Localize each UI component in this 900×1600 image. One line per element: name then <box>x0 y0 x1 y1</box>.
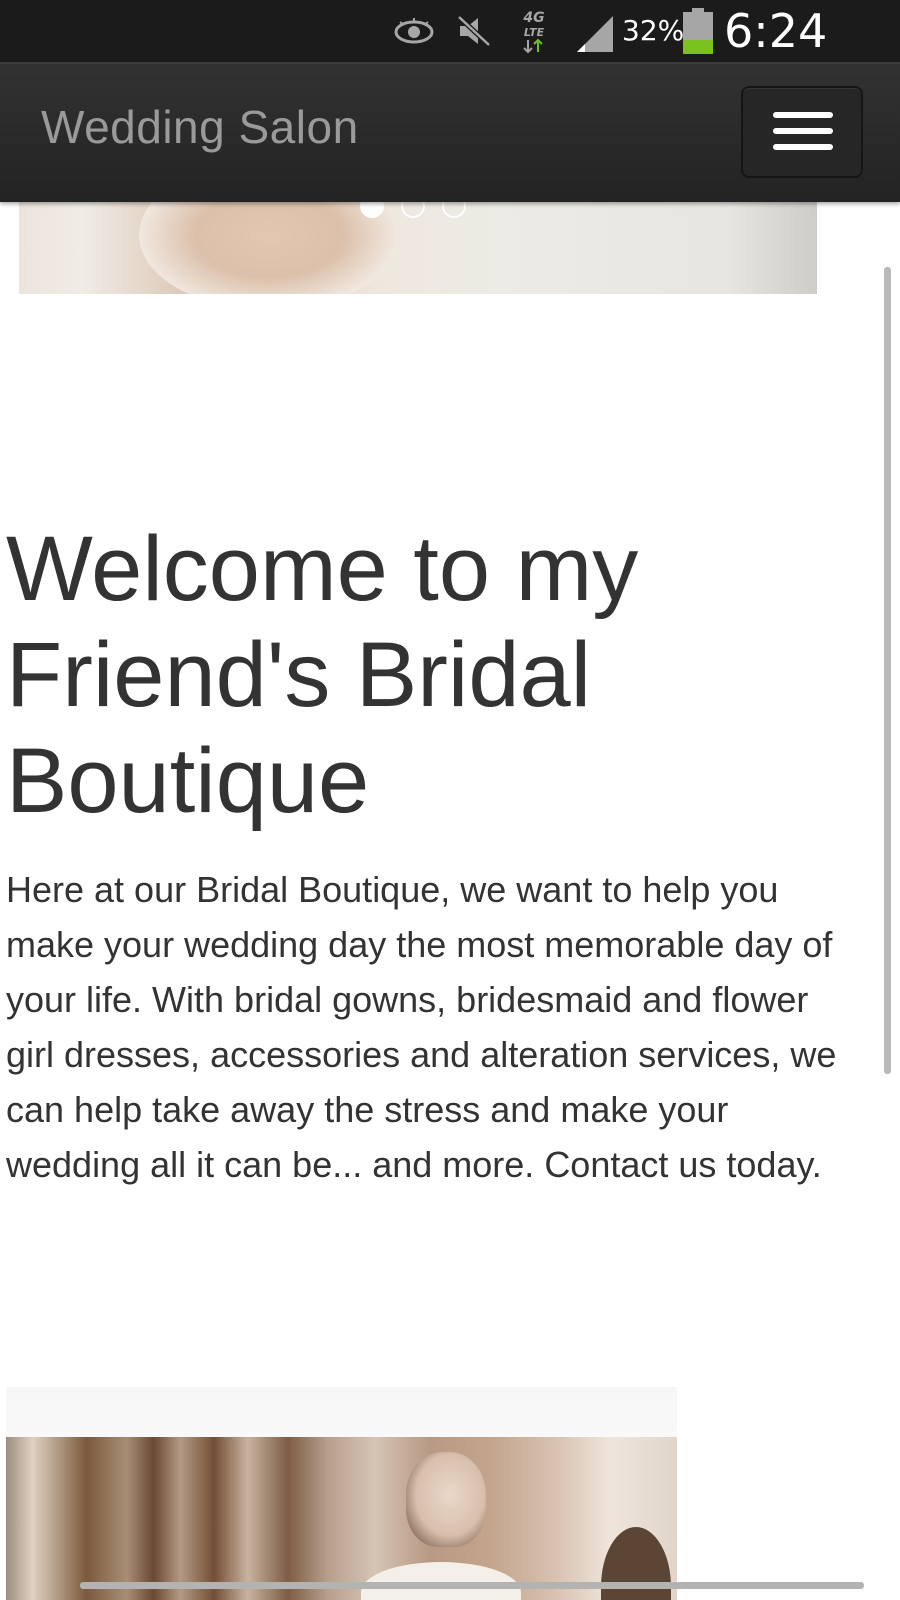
model-portrait <box>406 1452 486 1547</box>
bride-photo <box>139 200 399 294</box>
menu-button[interactable] <box>741 86 863 178</box>
lte-icon: 4G LTE <box>522 10 545 54</box>
battery-percent: 32% <box>622 14 685 47</box>
bridal-gown-photo[interactable] <box>6 1387 677 1600</box>
photo-shade <box>727 200 817 294</box>
hamburger-menu-icon <box>773 144 833 150</box>
battery-icon <box>683 8 713 54</box>
hamburger-menu-icon <box>773 112 833 118</box>
signal-icon <box>577 16 613 52</box>
svg-text:LTE: LTE <box>524 26 545 39</box>
app-header: Wedding Salon <box>0 62 900 202</box>
vertical-scrollbar[interactable] <box>884 267 891 1074</box>
svg-text:4G: 4G <box>522 10 544 26</box>
mute-icon <box>457 15 491 47</box>
welcome-heading: Welcome to my Friend's Bridal Boutique <box>6 518 639 832</box>
eye-icon <box>394 18 434 44</box>
horizontal-scrollbar[interactable] <box>80 1582 864 1589</box>
intro-paragraph: Here at our Bridal Boutique, we want to … <box>6 869 837 1185</box>
hamburger-menu-icon <box>773 128 833 134</box>
status-bar: 4G LTE 32% 6:24 PM <box>0 0 900 112</box>
boutique-room <box>6 1437 677 1600</box>
site-title[interactable]: Wedding Salon <box>41 100 359 154</box>
